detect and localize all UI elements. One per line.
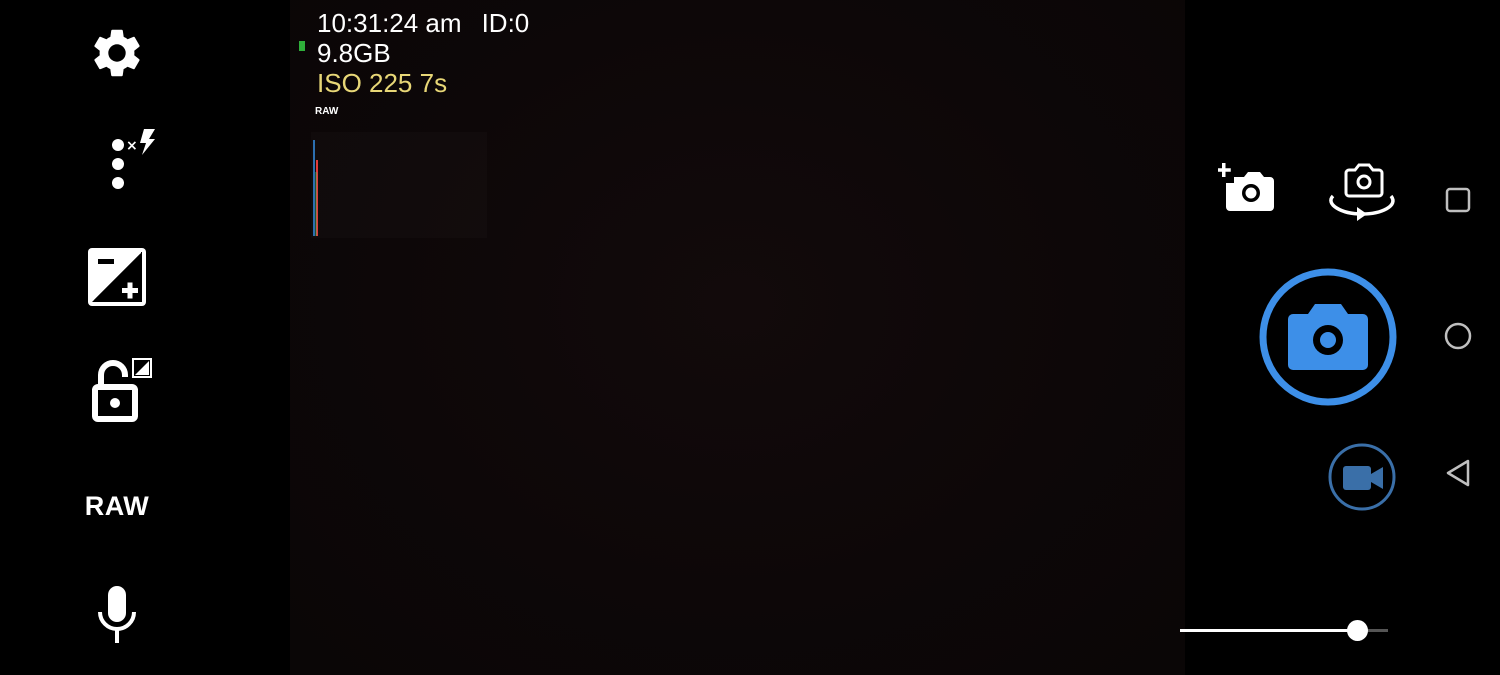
video-camera-icon [1343, 466, 1383, 490]
flash-button[interactable]: × [96, 124, 160, 196]
left-toolbar: × RAW [0, 0, 290, 675]
square-icon [1444, 186, 1472, 219]
nav-back-button[interactable] [1441, 458, 1475, 492]
battery-indicator [299, 41, 305, 51]
free-storage-text: 9.8GB [317, 38, 391, 68]
switch-multi-camera-button[interactable] [1215, 160, 1281, 222]
exposure-lock-button[interactable] [86, 356, 156, 426]
flash-off-icon: × [97, 123, 159, 198]
zoom-slider-handle[interactable] [1346, 620, 1368, 641]
settings-button[interactable] [84, 22, 150, 88]
exposure-compensation-button[interactable] [84, 246, 150, 312]
microphone-icon [92, 584, 142, 653]
raw-toggle-button[interactable]: RAW [62, 486, 172, 526]
nav-recents-button[interactable] [1441, 185, 1475, 219]
time-text: 10:31:24 am [317, 8, 462, 38]
camera-icon [1288, 304, 1368, 370]
nav-home-button[interactable] [1441, 321, 1475, 355]
video-mode-button[interactable] [1327, 442, 1397, 512]
shutter-button[interactable] [1257, 266, 1399, 408]
time-and-id: 10:31:24 am ID:0 [317, 8, 529, 38]
switch-camera-button[interactable] [1319, 160, 1405, 226]
right-toolbar [1185, 0, 1500, 675]
camera-viewfinder[interactable] [290, 0, 1185, 675]
svg-text:×: × [126, 138, 138, 154]
flip-camera-icon [1321, 160, 1403, 227]
camera-id-text: ID:0 [481, 8, 530, 38]
back-triangle-icon [1444, 458, 1472, 493]
zoom-slider-fill [1180, 629, 1357, 632]
gear-icon [88, 24, 146, 87]
iso-exposure-text: ISO 225 7s [317, 68, 448, 98]
microphone-button[interactable] [86, 585, 148, 651]
camera-screen: × RAW 10:31:24 am ID:0 9.8GB ISO 225 7s … [0, 0, 1500, 675]
add-camera-icon [1216, 161, 1278, 222]
raw-indicator: RAW [315, 106, 339, 117]
exposure-compensation-icon [86, 246, 148, 313]
histogram [311, 132, 487, 238]
circle-icon [1443, 321, 1473, 356]
zoom-slider[interactable] [1180, 620, 1388, 641]
exposure-lock-icon [87, 355, 155, 428]
